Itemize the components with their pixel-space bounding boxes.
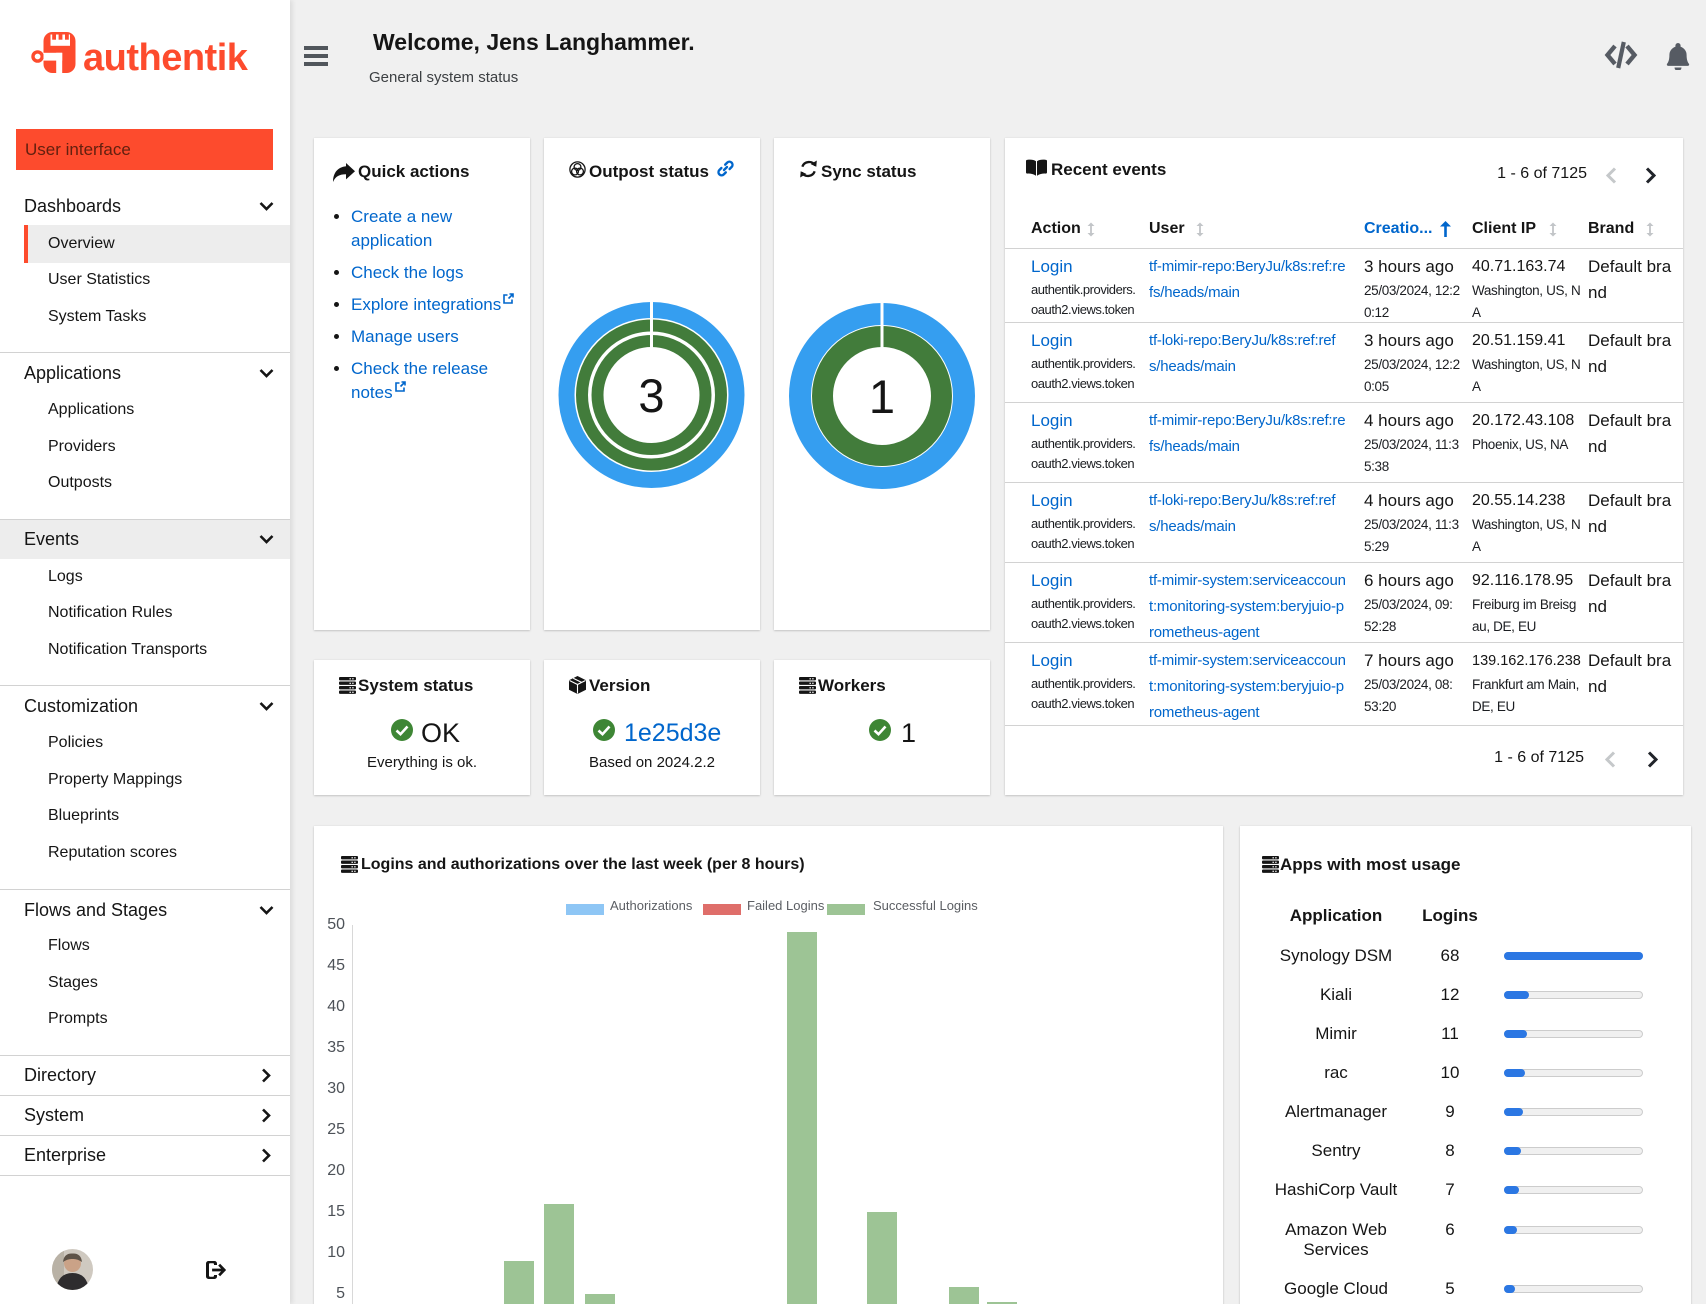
svg-text:3: 3 xyxy=(638,369,664,422)
svg-text:1: 1 xyxy=(868,370,894,423)
svg-text:authentik: authentik xyxy=(83,37,249,79)
